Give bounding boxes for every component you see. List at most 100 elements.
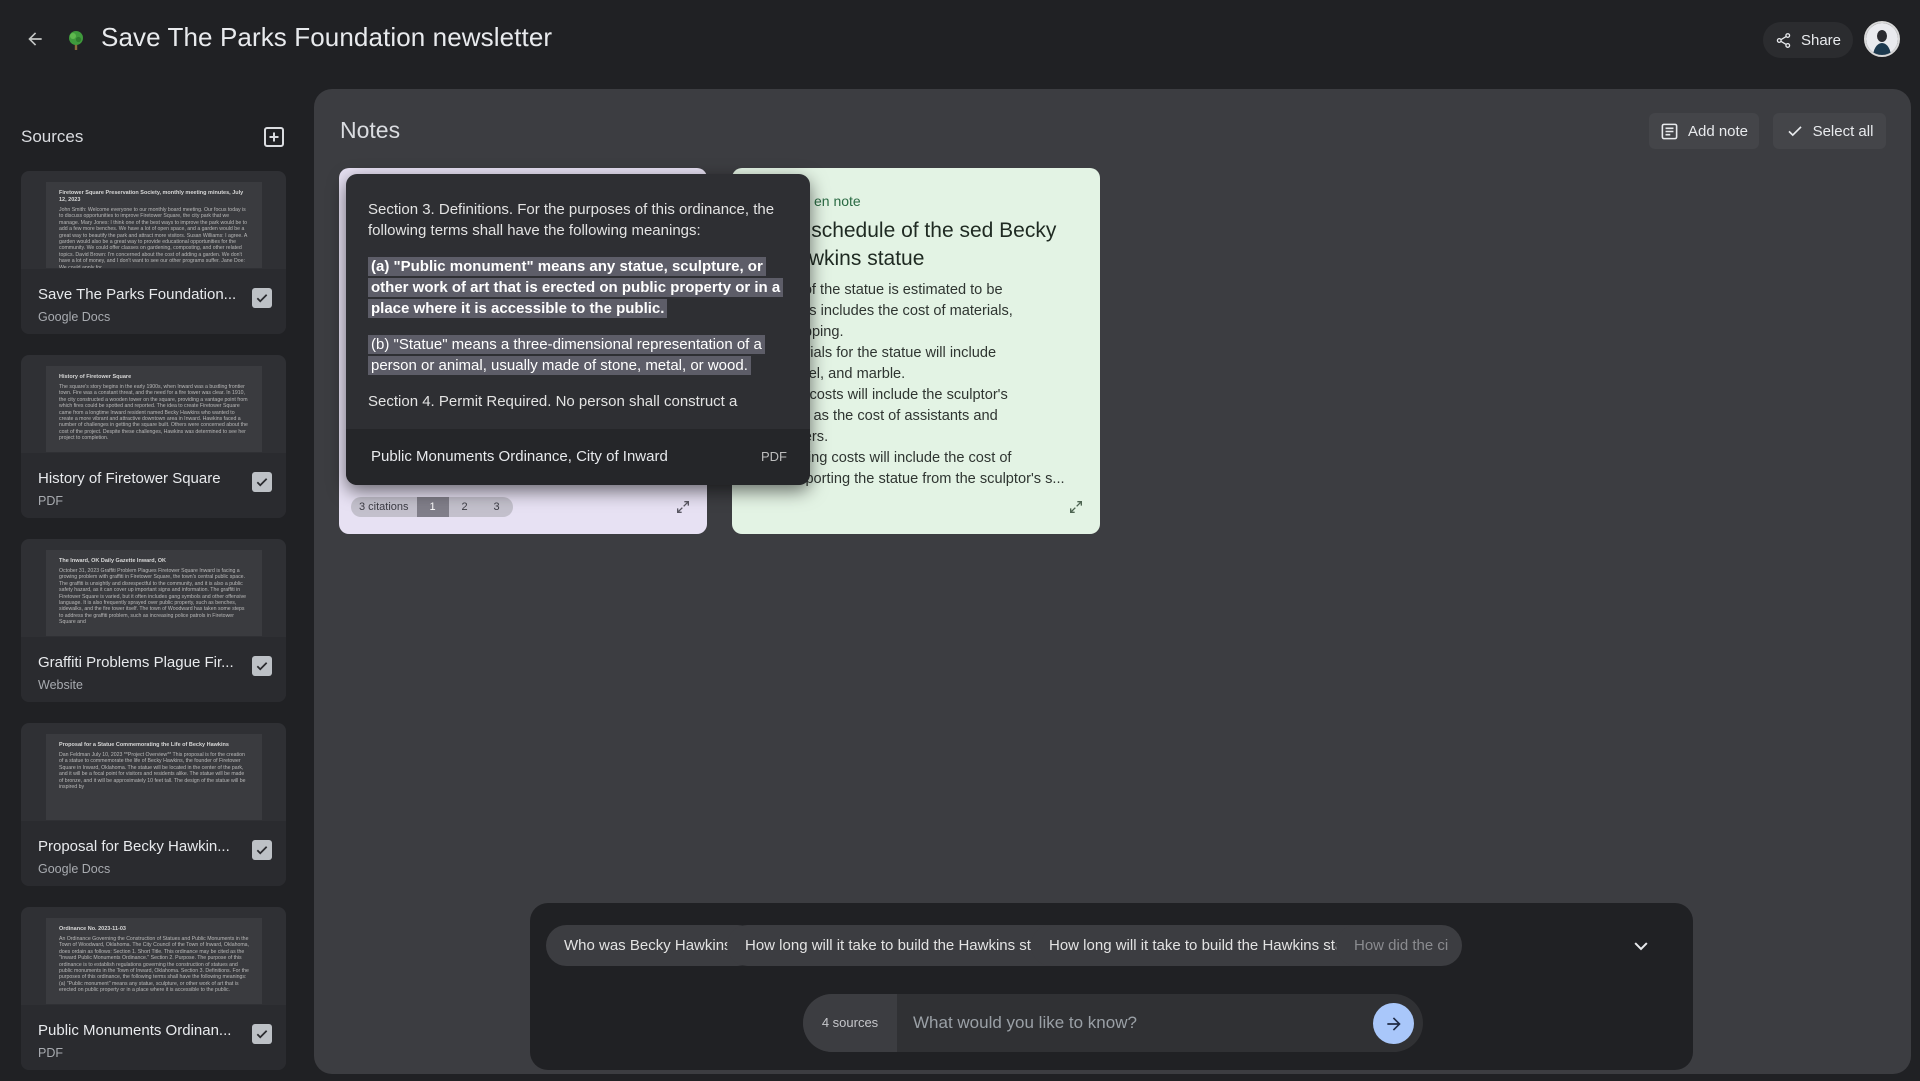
checkmark-icon <box>256 1030 268 1039</box>
citation-source-type: PDF <box>761 449 787 464</box>
source-info: Public Monuments Ordinan... PDF <box>21 1005 286 1070</box>
suggestion-chip[interactable]: How did the ci <box>1336 925 1462 966</box>
citation-popup: Section 3. Definitions. For the purposes… <box>346 174 810 485</box>
citation-excerpt: Section 3. Definitions. For the purposes… <box>346 174 810 429</box>
source-checkbox[interactable] <box>252 840 272 860</box>
source-info: History of Firetower Square PDF <box>21 453 286 518</box>
note-line: e, steel, and marble. <box>773 366 906 382</box>
source-name: Proposal for Becky Hawkin... <box>38 838 230 855</box>
checkmark-icon <box>256 294 268 303</box>
source-name: History of Firetower Square <box>38 470 221 487</box>
thumbnail-text: John Smith: Welcome everyone to our mont… <box>59 207 248 268</box>
select-all-button[interactable]: Select all <box>1773 113 1886 149</box>
add-source-icon[interactable] <box>262 125 286 149</box>
expand-suggestions-button[interactable] <box>1628 933 1654 959</box>
add-note-label: Add note <box>1687 122 1749 140</box>
chevron-down-icon <box>1634 942 1648 951</box>
source-type: Google Docs <box>38 310 111 324</box>
citations-count: 3 citations <box>351 497 417 517</box>
note-type-label: en note <box>814 193 861 209</box>
back-button[interactable] <box>20 24 50 54</box>
source-card-graffiti-problems[interactable]: The Inward, OK Daily Gazette Inward, OK … <box>21 539 286 702</box>
citation-source-title: Public Monuments Ordinance, City of Inwa… <box>371 448 668 465</box>
note-line: workers. <box>773 427 1085 448</box>
suggestion-fade <box>1546 925 1636 966</box>
source-card-save-the-parks[interactable]: Firetower Square Preservation Society, m… <box>21 171 286 334</box>
note-heading: nd schedule of the sed Becky Hawkins sta… <box>782 219 1057 270</box>
source-type: Google Docs <box>38 862 111 876</box>
checkmark-icon <box>256 846 268 855</box>
source-thumbnail: History of Firetower Square The square's… <box>46 366 262 452</box>
share-label: Share <box>1800 31 1842 49</box>
note-add-icon <box>1661 123 1678 139</box>
select-all-label: Select all <box>1812 122 1874 140</box>
page-title: Save The Parks Foundation newsletter <box>101 22 553 52</box>
source-info: Proposal for Becky Hawkin... Google Docs <box>21 821 286 886</box>
notes-panel: Notes Add note Select all 3 citations 1 … <box>314 89 1911 1074</box>
thumbnail-text: An Ordinance Governing the Construction … <box>59 936 250 994</box>
thumbnail-title: Ordinance No. 2023-11-03 <box>59 926 126 932</box>
checkmark-icon <box>256 478 268 487</box>
expand-icon[interactable] <box>1068 499 1084 515</box>
note-line: shipping costs will include the cost of <box>773 450 1012 466</box>
source-checkbox[interactable] <box>252 1024 272 1044</box>
arrow-left-icon <box>28 32 42 46</box>
source-info: Save The Parks Foundation... Google Docs <box>21 269 286 334</box>
note-line: s well as the cost of assistants and <box>773 408 998 424</box>
share-button[interactable]: Share <box>1763 22 1853 58</box>
note-line: cost of the statue is estimated to be <box>773 282 1003 298</box>
source-thumbnail: Proposal for a Statue Commemorating the … <box>46 734 262 820</box>
thumbnail-title: Proposal for a Statue Commemorating the … <box>59 742 229 748</box>
highlighted-passage: (b) "Statue" means a three-dimensional r… <box>368 335 765 375</box>
citation-2[interactable]: 2 <box>448 497 481 517</box>
excerpt-paragraph: Section 3. Definitions. For the purposes… <box>368 201 775 239</box>
source-name: Graffiti Problems Plague Fir... <box>38 654 234 671</box>
note-line: transporting the statue from the sculpto… <box>773 471 1065 487</box>
excerpt-paragraph: Section 4. Permit Required. No person sh… <box>368 393 738 410</box>
thumbnail-text: The square's story begins in the early 1… <box>59 384 248 442</box>
chat-input-bar: 4 sources <box>803 994 1423 1052</box>
note-line: materials for the statue will include <box>773 345 997 361</box>
source-checkbox[interactable] <box>252 288 272 308</box>
chat-input[interactable] <box>913 1008 1353 1038</box>
note-line: 0. This includes the cost of materials, <box>773 303 1013 319</box>
notes-title: Notes <box>340 117 401 143</box>
source-card-public-monuments[interactable]: Ordinance No. 2023-11-03 An Ordinance Go… <box>21 907 286 1070</box>
citation-1[interactable]: 1 <box>416 497 449 517</box>
citation-source-footer[interactable]: Public Monuments Ordinance, City of Inwa… <box>346 429 810 485</box>
source-card-history-firetower[interactable]: History of Firetower Square The square's… <box>21 355 286 518</box>
source-info: Graffiti Problems Plague Fir... Website <box>21 637 286 702</box>
tree-icon <box>64 28 88 52</box>
source-thumbnail: The Inward, OK Daily Gazette Inward, OK … <box>46 550 262 636</box>
note-body: cost of the statue is estimated to be 0.… <box>773 280 1085 493</box>
sources-header: Sources <box>21 122 286 152</box>
source-name: Save The Parks Foundation... <box>38 286 237 303</box>
thumbnail-text: October 31, 2023 Graffiti Problem Plague… <box>59 568 247 626</box>
arrow-right-icon <box>1386 1016 1401 1031</box>
source-type: PDF <box>38 494 63 508</box>
checkmark-icon <box>256 662 268 671</box>
thumbnail-text: Dan Feldman July 10, 2023 **Project Over… <box>59 752 246 791</box>
citations-bar: 3 citations 1 2 3 <box>351 497 513 517</box>
share-icon <box>1776 32 1791 48</box>
thumbnail-title: Firetower Square Preservation Society, m… <box>59 190 244 203</box>
user-avatar-icon <box>1866 23 1898 55</box>
expand-icon[interactable] <box>675 499 691 515</box>
thumbnail-title: The Inward, OK Daily Gazette Inward, OK <box>59 558 166 564</box>
source-checkbox[interactable] <box>252 472 272 492</box>
add-note-button[interactable]: Add note <box>1649 113 1759 149</box>
source-thumbnail: Firetower Square Preservation Society, m… <box>46 182 262 268</box>
source-name: Public Monuments Ordinan... <box>38 1022 232 1039</box>
citation-3[interactable]: 3 <box>480 497 513 517</box>
check-icon <box>1787 126 1802 137</box>
avatar[interactable] <box>1864 21 1900 57</box>
thumbnail-title: History of Firetower Square <box>59 374 132 380</box>
source-checkbox[interactable] <box>252 656 272 676</box>
send-button[interactable] <box>1373 1003 1414 1044</box>
highlighted-passage: (a) "Public monument" means any statue, … <box>368 257 784 318</box>
note-line: d shipping. <box>773 324 844 340</box>
source-count-badge[interactable]: 4 sources <box>803 994 897 1052</box>
source-type: PDF <box>38 1046 63 1060</box>
source-card-proposal-becky-hawkins[interactable]: Proposal for a Statue Commemorating the … <box>21 723 286 886</box>
chat-area: Who was Becky Hawkins? How long will it … <box>530 903 1693 1070</box>
